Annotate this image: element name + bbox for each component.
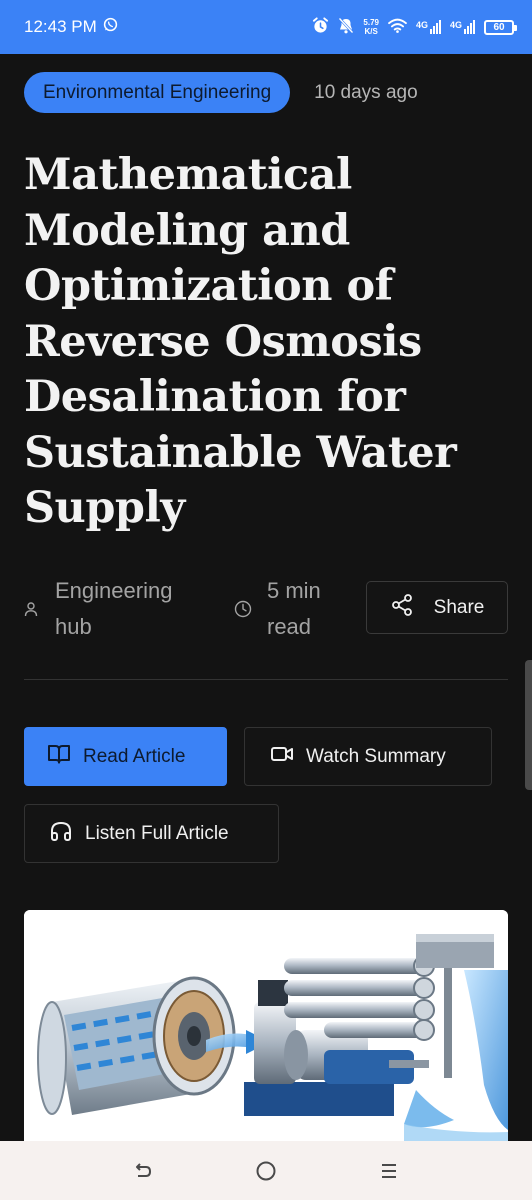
status-left: 12:43 PM (24, 17, 118, 37)
system-nav-bar (0, 1141, 532, 1200)
read-time: 5 min read (234, 573, 342, 645)
share-icon (390, 593, 414, 623)
book-open-icon (47, 743, 71, 771)
status-bar: 12:43 PM 5.79 K/S 4G 4G 60 (0, 0, 532, 54)
wifi-icon (388, 18, 407, 36)
category-tag[interactable]: Environmental Engineering (24, 72, 291, 113)
speed-unit: K/S (364, 27, 378, 36)
read-time-text: 5 min read (267, 578, 321, 639)
scrollbar-thumb[interactable] (525, 660, 532, 790)
article-meta: Environmental Engineering 10 days ago (24, 72, 418, 113)
headphones-icon (49, 820, 73, 848)
read-article-button[interactable]: Read Article (24, 727, 227, 786)
back-icon[interactable] (123, 1151, 163, 1191)
author: Engineering hub (24, 573, 200, 645)
status-right: 5.79 K/S 4G 4G 60 (312, 17, 517, 37)
watch-summary-label: Watch Summary (306, 745, 446, 767)
alarm-icon (312, 17, 329, 37)
battery-indicator: 60 (484, 19, 517, 35)
article-hero-image (24, 910, 508, 1142)
read-article-label: Read Article (83, 745, 186, 767)
whatsapp-icon (103, 17, 118, 37)
speed-value: 5.79 (363, 18, 379, 27)
signal-strength-1: 4G (416, 20, 441, 34)
menu-icon[interactable] (369, 1151, 409, 1191)
battery-level: 60 (493, 21, 505, 33)
divider (24, 679, 508, 680)
listen-article-button[interactable]: Listen Full Article (24, 804, 279, 863)
article-title: Mathematical Modeling and Optimization o… (24, 150, 457, 533)
bell-off-icon (338, 17, 354, 37)
network-speed: 5.79 K/S (363, 18, 379, 36)
watch-summary-button[interactable]: Watch Summary (244, 727, 492, 786)
listen-article-label: Listen Full Article (85, 822, 229, 844)
signal-strength-2: 4G (450, 20, 475, 34)
network-type-1: 4G (415, 20, 428, 30)
share-label: Share (433, 596, 485, 618)
status-time: 12:43 PM (24, 17, 97, 36)
share-button[interactable]: Share (366, 581, 508, 634)
video-icon (270, 745, 294, 769)
clock-icon (234, 600, 254, 618)
published-time: 10 days ago (314, 81, 418, 103)
user-icon (24, 601, 40, 617)
home-icon[interactable] (246, 1151, 286, 1191)
reverse-osmosis-illustration (24, 910, 508, 1142)
network-type-2: 4G (449, 20, 462, 30)
author-name: Engineering hub (55, 578, 173, 639)
article-info: Engineering hub 5 min read Share (24, 573, 508, 643)
